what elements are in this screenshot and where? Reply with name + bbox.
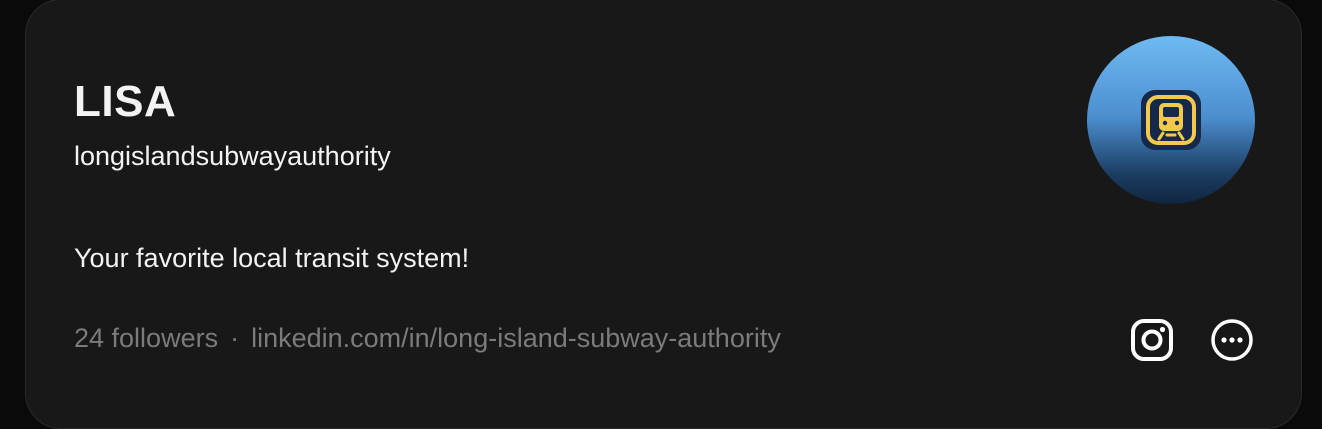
profile-card: LISA longislandsubwayauthority Your favo… xyxy=(25,0,1302,429)
profile-meta: 24 followers · linkedin.com/in/long-island… xyxy=(74,322,781,354)
profile-name: LISA xyxy=(74,77,177,126)
subway-train-icon xyxy=(1141,90,1201,150)
meta-separator: · xyxy=(230,323,240,353)
more-options-icon xyxy=(1211,319,1253,361)
instagram-icon xyxy=(1131,319,1173,361)
profile-avatar[interactable] xyxy=(1087,36,1255,204)
more-options-button[interactable] xyxy=(1208,316,1256,364)
profile-username: longislandsubwayauthority xyxy=(74,141,391,171)
profile-link[interactable]: linkedin.com/in/long-island-subway-autho… xyxy=(251,323,781,353)
profile-bio: Your favorite local transit system! xyxy=(74,243,470,273)
instagram-button[interactable] xyxy=(1128,316,1176,364)
followers-count[interactable]: 24 followers xyxy=(74,323,218,353)
